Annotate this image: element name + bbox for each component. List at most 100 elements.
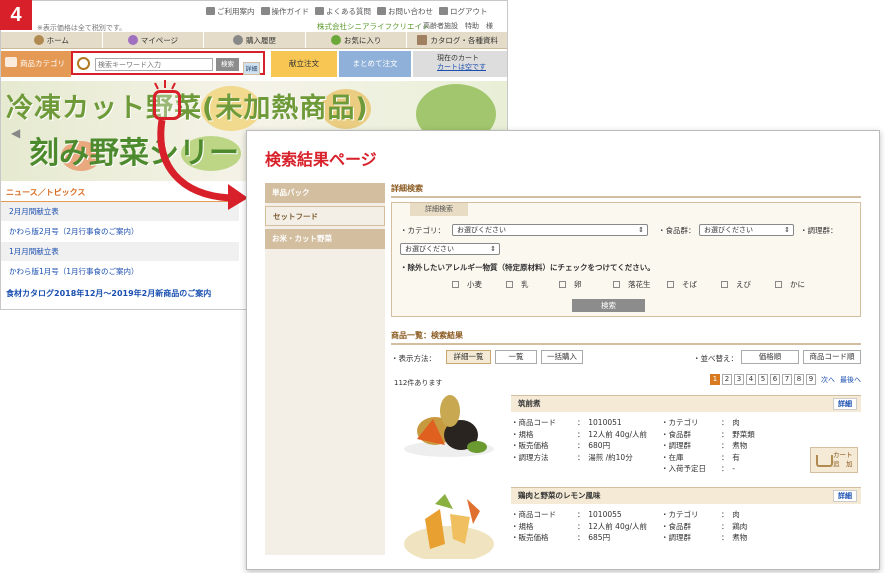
allergen-checkbox[interactable]: えび <box>721 279 751 290</box>
page-link[interactable]: 5 <box>758 374 768 385</box>
page-title: 検索結果ページ <box>265 150 377 169</box>
display-label: ・表示方法： <box>391 354 436 363</box>
user-name: 高齢者施設 特助 様 <box>423 22 493 30</box>
pagination: 1 2 3 4 5 6 7 8 9 次へ 最後へ <box>710 374 861 385</box>
nav-mypage[interactable]: マイページ <box>103 32 205 48</box>
product-name[interactable]: 鶏肉と野菜のレモン風味 <box>518 491 601 500</box>
page-link[interactable]: 3 <box>734 374 744 385</box>
nav-favorites[interactable]: お気に入り <box>306 32 408 48</box>
product-spec: ・商品コード ・規格 ・販売価格 ： 1010055 ： 12人前 40g/人前 ：… <box>511 504 861 564</box>
page-link[interactable]: 6 <box>770 374 780 385</box>
display-detail-button[interactable]: 詳細一覧 <box>446 350 491 364</box>
document-icon <box>206 7 215 15</box>
advanced-search-heading: 詳細検索 <box>391 183 861 198</box>
allergen-checkbox[interactable]: 卵 <box>559 279 582 290</box>
sidebar-item-set-food[interactable]: セットフード <box>265 206 385 226</box>
carousel-prev-icon[interactable]: ◀ <box>11 126 20 140</box>
product-name-header: 筑前煮 詳細 <box>511 395 861 412</box>
category-label: ・カテゴリ： <box>400 226 445 235</box>
pencil-icon <box>260 7 270 15</box>
allergen-checkbox[interactable]: 乳 <box>506 279 529 290</box>
sort-code-button[interactable]: 商品コード順 <box>803 350 861 364</box>
news-item[interactable]: かわら版1月号（1月行事食のご案内） <box>1 262 239 282</box>
product-list-heading: 商品一覧：検索結果 <box>391 330 861 345</box>
display-list-button[interactable]: 一覧 <box>495 350 537 364</box>
company-name: 株式会社シニアライフクリエイト <box>317 22 430 31</box>
next-page-link[interactable]: 次へ <box>821 375 835 385</box>
search-input[interactable] <box>95 58 213 71</box>
detail-button[interactable]: 詳細 <box>833 398 857 410</box>
last-page-link[interactable]: 最後へ <box>840 375 861 385</box>
allergen-checkbox[interactable]: そば <box>667 279 697 290</box>
advanced-search-link[interactable]: 詳細 <box>243 62 260 75</box>
search-button[interactable]: 検索 <box>216 58 239 71</box>
food-group-select[interactable]: お選びください <box>699 224 794 236</box>
step-number-badge: 4 <box>0 0 32 30</box>
advanced-search-panel: 詳細検索 ・カテゴリ： お選びください ・食品群： お選びください ・調理群： … <box>391 202 861 317</box>
util-logout-link[interactable]: ログアウト <box>439 6 488 17</box>
page-link[interactable]: 9 <box>806 374 816 385</box>
sort-label: ・並べ替え： <box>693 354 738 363</box>
cooking-group-label: ・調理群： <box>800 226 838 235</box>
cooking-group-select[interactable]: お選びください <box>400 243 500 255</box>
util-guide-link[interactable]: ご利用案内 <box>206 6 255 17</box>
nav-history[interactable]: 購入履歴 <box>204 32 306 48</box>
detail-search-button[interactable]: 検索 <box>572 299 645 312</box>
util-contact-link[interactable]: お問い合わせ <box>377 6 433 17</box>
nav-catalog[interactable]: カタログ・各種資料 <box>407 32 507 48</box>
question-icon <box>315 7 324 15</box>
util-manual-link[interactable]: 操作ガイド <box>260 6 309 17</box>
click-pointer-icon <box>153 80 181 120</box>
product-photo-lemon-chicken[interactable] <box>395 489 503 559</box>
page-link[interactable]: 4 <box>746 374 756 385</box>
cart-status[interactable]: 現在のカート カートは空です <box>413 51 507 77</box>
search-results-page: 検索結果ページ 単品パック セットフード お米・カット野菜 詳細検索 詳細検索 … <box>246 130 880 570</box>
page-link[interactable]: 1 <box>710 374 720 385</box>
detail-button[interactable]: 詳細 <box>833 490 857 502</box>
allergen-checkbox[interactable]: 落花生 <box>613 279 651 290</box>
home-icon <box>33 35 44 45</box>
spec-left-values: ： 1010055 ： 12人前 40g/人前 ： 685円 <box>577 510 648 542</box>
category-select[interactable]: お選びください <box>452 224 648 236</box>
spec-right-labels: ・カテゴリ ・食品群 ・調理群 ・在庫 ・入荷予定日 <box>661 418 706 473</box>
product-card: 鶏肉と野菜のレモン風味 詳細 ・商品コード ・規格 ・販売価格 ： 1010055 ：… <box>511 487 861 564</box>
allergen-checkbox[interactable]: かに <box>775 279 805 290</box>
sidebar-item-rice-veg[interactable]: お米・カット野菜 <box>265 229 385 249</box>
page-link[interactable]: 7 <box>782 374 792 385</box>
folder-icon <box>417 35 428 45</box>
spec-right-values: ： 肉 ： 野菜類 ： 煮物 ： 有 ： - <box>721 418 755 473</box>
catalog-news-link[interactable]: 食材カタログ2018年12月～2019年2月新商品のご案内 <box>1 282 239 305</box>
add-to-cart-button[interactable]: カート追 加 <box>810 447 858 473</box>
page-link[interactable]: 2 <box>722 374 732 385</box>
product-name[interactable]: 筑前煮 <box>518 399 541 408</box>
product-name-header: 鶏肉と野菜のレモン風味 詳細 <box>511 487 861 504</box>
logout-icon <box>439 7 448 15</box>
product-photo-chikuzenni[interactable] <box>395 389 503 459</box>
list-controls: ・表示方法： 詳細一覧 一覧 一括購入 ・並べ替え： 価格順 商品コード順 11… <box>391 349 861 387</box>
mail-icon <box>377 7 386 15</box>
allergen-checkbox[interactable]: 小麦 <box>452 279 482 290</box>
util-faq-link[interactable]: よくある質問 <box>315 6 371 17</box>
history-icon <box>232 35 243 45</box>
category-icon <box>5 57 17 67</box>
product-card: 筑前煮 詳細 ・商品コード ・規格 ・販売価格 ・調理方法 ： 1010051 ： 12… <box>511 395 861 473</box>
display-bulk-button[interactable]: 一括購入 <box>541 350 583 364</box>
flow-arrow-icon <box>157 120 248 210</box>
sort-price-button[interactable]: 価格順 <box>741 350 799 364</box>
cart-link[interactable]: カートは空です <box>437 63 486 71</box>
news-item[interactable]: 1月月間献立表 <box>1 242 239 262</box>
category-button[interactable]: 商品カテゴリ <box>1 51 71 77</box>
search-icon <box>77 57 90 70</box>
spec-left-values: ： 1010051 ： 12人前 40g/人前 ： 680円 ： 湯煎 /約10… <box>577 418 648 462</box>
page-link[interactable]: 8 <box>794 374 804 385</box>
bulk-order-button[interactable]: まとめて注文 <box>339 51 411 77</box>
news-item[interactable]: かわら版2月号（2月行事食のご案内） <box>1 222 239 242</box>
spec-left-labels: ・商品コード ・規格 ・販売価格 <box>511 510 556 542</box>
advanced-search-tab[interactable]: 詳細検索 <box>410 203 468 216</box>
food-group-label: ・食品群： <box>658 226 696 235</box>
sub-nav: 商品カテゴリ 検索 詳細 献立注文 まとめて注文 現在のカート カートは空です <box>1 51 507 77</box>
menu-order-button[interactable]: 献立注文 <box>271 51 337 77</box>
face-icon <box>127 35 138 45</box>
nav-home[interactable]: ホーム <box>1 32 103 48</box>
sidebar-item-single-pack[interactable]: 単品パック <box>265 183 385 203</box>
